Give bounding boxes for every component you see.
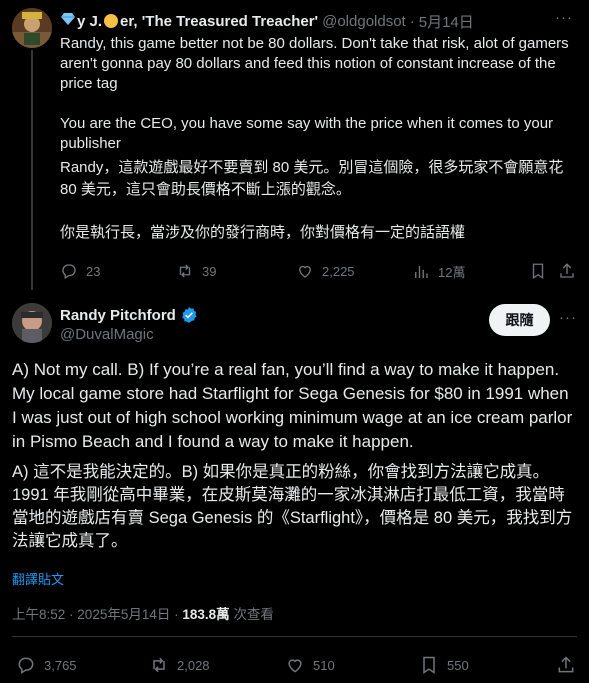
repost-icon [179, 264, 191, 278]
avatar-image [12, 8, 52, 48]
display-name[interactable]: Randy Pitchford [60, 306, 198, 324]
verified-badge-icon[interactable] [180, 306, 198, 324]
avatar[interactable] [12, 303, 52, 343]
repost-count: 2,028 [177, 657, 210, 673]
avatar[interactable] [12, 8, 52, 48]
reply-button[interactable]: 3,765 [16, 655, 77, 675]
view-count: 183.8萬 [182, 607, 230, 622]
views-icon [415, 265, 428, 278]
reply-text-zh-1: Randy，這款遊戲最好不要賣到 80 美元。別冒這個險，很多玩家不會願意花 8… [60, 159, 564, 198]
reply-text-zh-2: 你是執行長，當涉及你的發行商時，你對價格有一定的話語權 [60, 224, 466, 241]
bookmark-icon [423, 656, 435, 674]
comment-icon [62, 264, 76, 279]
like-button[interactable]: 510 [285, 655, 335, 675]
heart-icon [288, 659, 302, 673]
display-name-text: Randy Pitchford [60, 306, 176, 324]
reply-count: 3,765 [44, 657, 77, 673]
display-name-part1: y J. [77, 12, 103, 30]
post-date[interactable]: 5月14日 [419, 11, 474, 32]
coin-icon [104, 14, 119, 28]
user-handle[interactable]: @DuvalMagic [60, 326, 198, 343]
repost-count: 39 [202, 263, 217, 279]
reply-header: y J. er, 'The Treasured Treacher' @oldgo… [60, 11, 474, 31]
share-icon [560, 263, 574, 278]
view-label: 次查看 [233, 607, 274, 622]
translate-post-link[interactable]: 翻譯貼文 [12, 569, 64, 588]
heart-icon [299, 265, 311, 278]
repost-button[interactable]: 39 [176, 262, 216, 280]
reply-text: Randy, this game better not be 80 dollar… [60, 34, 575, 243]
reply-text-en-1: Randy, this game better not be 80 dollar… [60, 35, 569, 92]
main-header: Randy Pitchford @DuvalMagic [60, 306, 198, 343]
reply-action-bar: 23 39 2,225 12萬 [60, 262, 577, 280]
post-time[interactable]: 上午8:52 [12, 607, 65, 622]
views-button[interactable]: 12萬 [412, 262, 465, 281]
thread-line [31, 50, 33, 290]
share-icon [558, 656, 574, 673]
user-handle[interactable]: @oldgoldsot [322, 13, 406, 30]
comment-icon [18, 657, 34, 674]
post-text-en: A) Not my call. B) If you’re a real fan,… [12, 360, 573, 451]
separator-dot: · [409, 12, 415, 30]
reply-tweet[interactable]: y J. er, 'The Treasured Treacher' @oldgo… [0, 0, 589, 290]
follow-button[interactable]: 跟隨 [489, 304, 550, 336]
reply-count: 23 [86, 263, 101, 279]
avatar-image [12, 303, 52, 343]
views-count: 12萬 [438, 265, 466, 280]
bookmark-count: 550 [447, 657, 469, 673]
post-meta: 上午8:52 · 2025年5月14日 · 183.8萬 次查看 [12, 607, 274, 622]
bookmark-button[interactable]: 550 [419, 655, 469, 675]
main-action-bar: 3,765 2,028 510 550 [16, 655, 577, 675]
like-count: 510 [313, 657, 335, 673]
share-button[interactable] [558, 262, 576, 280]
bookmark-button[interactable] [529, 262, 547, 280]
display-name[interactable]: y J. er, 'The Treasured Treacher' [60, 11, 318, 31]
bookmark-icon [532, 263, 544, 280]
post-date[interactable]: 2025年5月14日 [77, 607, 170, 622]
repost-icon [153, 657, 165, 673]
reply-button[interactable]: 23 [60, 262, 100, 280]
more-options-icon[interactable]: ··· [555, 9, 573, 26]
more-options-icon[interactable]: ··· [559, 309, 577, 326]
divider [12, 636, 577, 637]
repost-button[interactable]: 2,028 [149, 655, 210, 675]
diamond-icon [60, 11, 76, 31]
share-button[interactable] [556, 655, 576, 675]
like-button[interactable]: 2,225 [296, 262, 355, 280]
display-name-part2: er, 'The Treasured Treacher' [120, 12, 319, 30]
reply-text-en-2: You are the CEO, you have some say with … [60, 115, 554, 152]
post-text-zh: A) 這不是我能決定的。B) 如果你是真正的粉絲，你會找到方法讓它成真。1991… [12, 463, 573, 550]
like-count: 2,225 [322, 263, 355, 279]
